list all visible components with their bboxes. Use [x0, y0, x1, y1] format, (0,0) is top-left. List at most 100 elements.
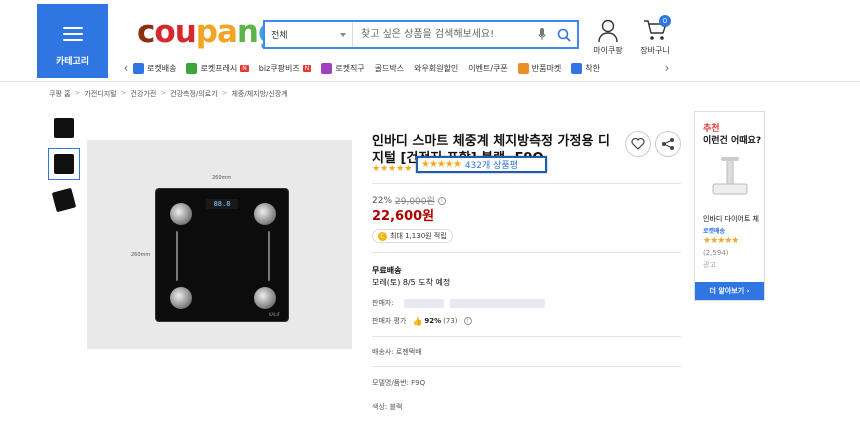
scale-brand: KALIF	[269, 312, 280, 317]
search-category-value: 전체	[271, 31, 288, 41]
cart-count-badge: 0	[659, 15, 671, 27]
breadcrumb-link[interactable]: 건강가전	[131, 89, 157, 99]
breadcrumb: 쿠팡 홈 > 가전디지털 > 건강가전 > 건강측정/의료기 > 체중/체지방/신장계	[49, 89, 288, 99]
good-icon	[571, 62, 583, 74]
model-number: 모델명/품번: F9Q	[372, 379, 426, 387]
share-icon	[662, 138, 674, 150]
seller-name-redacted	[449, 298, 545, 308]
rocket-fresh-icon	[186, 62, 198, 74]
dimension-width: 260mm	[212, 175, 232, 181]
chevron-left-icon[interactable]: ‹	[119, 61, 133, 75]
rating-stars: ★★★★★	[421, 159, 462, 170]
breadcrumb-link[interactable]: 가전디지털	[84, 89, 116, 99]
microphone-icon[interactable]	[533, 22, 551, 47]
my-coupang-label: 마이쿠팡	[593, 46, 623, 55]
nav-item[interactable]: 로켓프레시 N	[186, 62, 249, 74]
cart-label: 장바구니	[640, 46, 670, 55]
hamburger-icon	[63, 27, 83, 41]
cashback-badge: C 최대 1,130원 적립	[372, 229, 453, 243]
chevron-right-icon[interactable]: ›	[660, 61, 674, 75]
nav-item-label: 반품마켓	[531, 63, 562, 73]
nav-item-label: 와우회원할인	[414, 63, 459, 73]
favorite-button[interactable]	[625, 131, 651, 157]
logo-part: ou	[154, 14, 196, 50]
user-icon	[588, 19, 628, 45]
breadcrumb-link[interactable]: 쿠팡 홈	[49, 89, 71, 99]
rocket-direct-icon	[321, 62, 333, 74]
category-nav: ‹ 로켓배송 로켓프레시 Nbiz쿠팡비즈 N 로켓직구 골드박스 와우회원할인 이벤트/쿠폰…	[119, 60, 674, 76]
nav-items: 로켓배송 로켓프레시 Nbiz쿠팡비즈 N 로켓직구 골드박스 와우회원할인 이벤트/쿠폰 반품…	[133, 62, 660, 74]
thumbnail-active[interactable]	[48, 148, 80, 180]
info-icon[interactable]: i	[463, 317, 472, 325]
recommend-product-name[interactable]: 인바디 다이어트 체중계	[703, 214, 759, 224]
review-count-link[interactable]: 432개 상품평	[465, 158, 518, 171]
chevron-down-icon	[340, 32, 346, 37]
search-bar: 전체	[263, 20, 579, 49]
logo-part: c	[137, 14, 155, 50]
category-label: 카테고리	[55, 57, 90, 67]
scale-display: 88.8	[206, 199, 238, 209]
thumbs-up-icon: 👍	[412, 316, 423, 326]
nav-item[interactable]: biz쿠팡비즈 N	[258, 63, 312, 74]
nav-item-label: 착한	[585, 63, 600, 73]
share-button[interactable]	[655, 131, 681, 157]
discount-rate: 22%	[372, 195, 393, 206]
nav-item-label: biz쿠팡비즈	[258, 63, 300, 73]
sale-price: 22,600원	[372, 209, 435, 224]
seller-rating-value: 92%	[424, 317, 442, 325]
search-icon[interactable]	[551, 22, 577, 47]
breadcrumb-link[interactable]: 건강측정/의료기	[170, 89, 217, 99]
color-option: 색상: 블랙	[372, 403, 403, 411]
search-category-select[interactable]: 전체	[265, 22, 353, 47]
nav-item-label: 로켓배송	[147, 63, 177, 73]
nav-item[interactable]: 반품마켓	[517, 62, 562, 74]
nav-item-label: 로켓프레시	[200, 63, 238, 73]
nav-item[interactable]: 착한	[571, 62, 600, 74]
cart-icon: 0	[635, 15, 675, 45]
delivery-company: 배송사: 로젠택배	[372, 348, 422, 356]
info-icon[interactable]: i	[437, 196, 446, 205]
breadcrumb-link[interactable]: 체중/체지방/신장계	[231, 89, 287, 99]
divider	[372, 183, 681, 184]
logo-part: n	[236, 14, 259, 50]
breadcrumb-separator: >	[74, 89, 81, 97]
breadcrumb-separator: >	[221, 89, 228, 97]
nav-item[interactable]: 이벤트/쿠폰	[468, 63, 508, 74]
thumbnail-list	[48, 112, 80, 220]
category-button[interactable]: 카테고리	[37, 4, 108, 78]
nav-item[interactable]: 로켓직구	[321, 62, 365, 74]
breadcrumb-separator: >	[120, 89, 127, 97]
shipping-date: 모레(토) 8/5 도착 예정	[372, 278, 451, 287]
recommendation-panel[interactable]: 추천 이런건 어때요? 인바디 다이어트 체중계 로켓배송 ★★★★★ (2,5…	[694, 111, 765, 301]
rocket-icon	[133, 62, 144, 74]
divider	[372, 336, 681, 337]
nav-item[interactable]: 와우회원할인	[414, 63, 458, 74]
nav-item[interactable]: 로켓배송	[133, 62, 177, 74]
recommend-product-image[interactable]	[707, 154, 753, 200]
my-coupang-link[interactable]: 마이쿠팡	[588, 19, 628, 56]
cart-link[interactable]: 0 장바구니	[635, 15, 675, 56]
heart-icon	[631, 138, 645, 150]
header-divider	[0, 81, 860, 82]
dimension-height: 260mm	[131, 252, 151, 258]
seller-label: 판매자:	[372, 299, 394, 307]
nav-item-label: 골드박스	[374, 63, 405, 73]
learn-more-button[interactable]: 더 알아보기 ›	[695, 282, 764, 300]
nav-item-label: 이벤트/쿠폰	[468, 63, 508, 73]
divider	[372, 252, 681, 253]
new-badge: N	[302, 64, 312, 72]
recommend-title: 이런건 어때요?	[703, 136, 762, 146]
recommend-stars: ★★★★★	[703, 236, 739, 246]
coupang-logo[interactable]: coupang	[137, 12, 280, 52]
search-input[interactable]	[353, 22, 533, 47]
divider	[372, 366, 681, 367]
nav-item[interactable]: 골드박스	[375, 63, 404, 74]
scale-illustration: 88.8 KALIF	[155, 188, 289, 322]
thumbnail[interactable]	[48, 184, 80, 216]
shipping-title: 무료배송	[372, 266, 402, 275]
thumbnail[interactable]	[48, 112, 80, 144]
rating-summary[interactable]: ★★★★★ 432개 상품평	[416, 156, 547, 173]
seller-name-redacted	[403, 298, 444, 308]
breadcrumb-separator: >	[160, 89, 167, 97]
product-main-image: 260mm 260mm 88.8 KALIF	[87, 140, 352, 349]
